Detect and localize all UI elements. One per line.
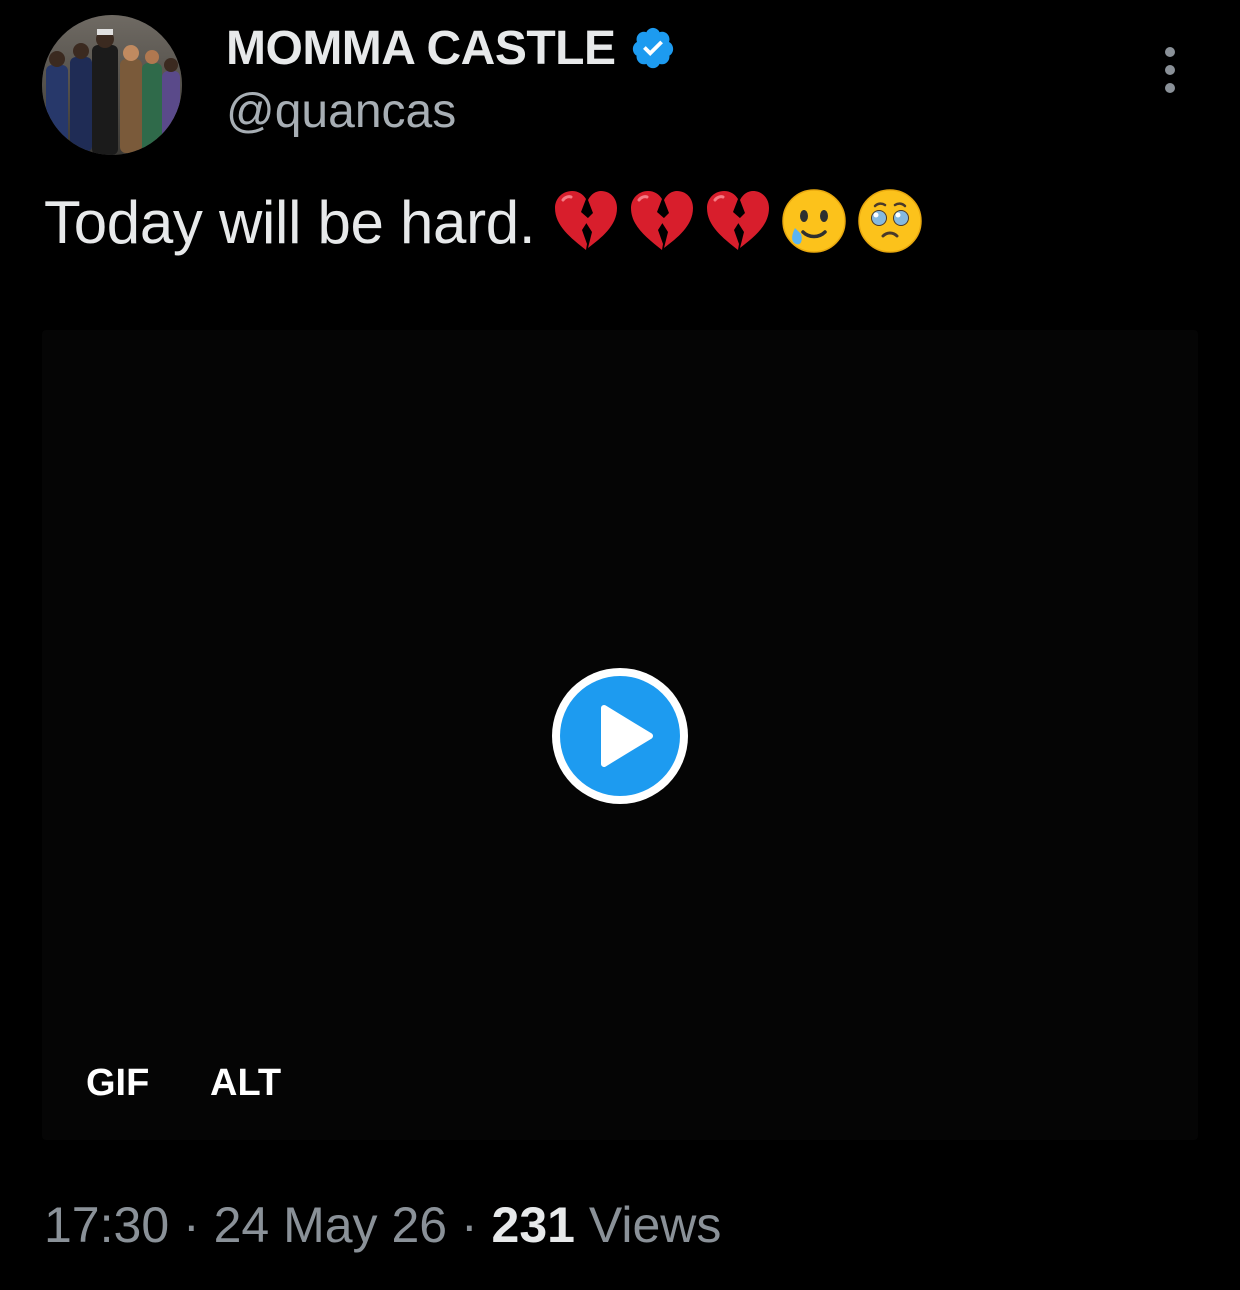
alt-text-badge[interactable]: ALT [210,1062,281,1105]
face-holding-back-tears-emoji [855,186,925,256]
more-options-icon[interactable] [1148,44,1192,96]
tweet-body: Today will be hard. [44,189,536,256]
views-count[interactable]: 231 [492,1197,575,1253]
tweet-time[interactable]: 17:30 [44,1197,169,1253]
broken-heart-emoji [627,186,697,256]
display-name-row: MOMMA CASTLE [226,20,676,76]
verified-badge-icon[interactable] [630,25,676,71]
tweet-date[interactable]: 24 May 26 [214,1197,447,1253]
emoji-row [551,186,925,256]
gif-badge: GIF [86,1062,150,1104]
meta-separator: · [183,1197,200,1253]
smiling-face-with-tear-emoji [779,186,849,256]
avatar-photo [42,15,182,155]
tweet-text: Today will be hard. [44,188,925,262]
display-name[interactable]: MOMMA CASTLE [226,21,616,76]
views-label: Views [588,1197,722,1253]
meta-separator: · [460,1197,478,1253]
broken-heart-emoji [551,186,621,256]
tweet-meta: 17:30 · 24 May 26 · 231 Views [44,1196,721,1254]
broken-heart-emoji [703,186,773,256]
author-avatar[interactable] [42,15,182,155]
author-handle[interactable]: @quancas [226,84,456,139]
play-icon[interactable] [550,666,690,806]
